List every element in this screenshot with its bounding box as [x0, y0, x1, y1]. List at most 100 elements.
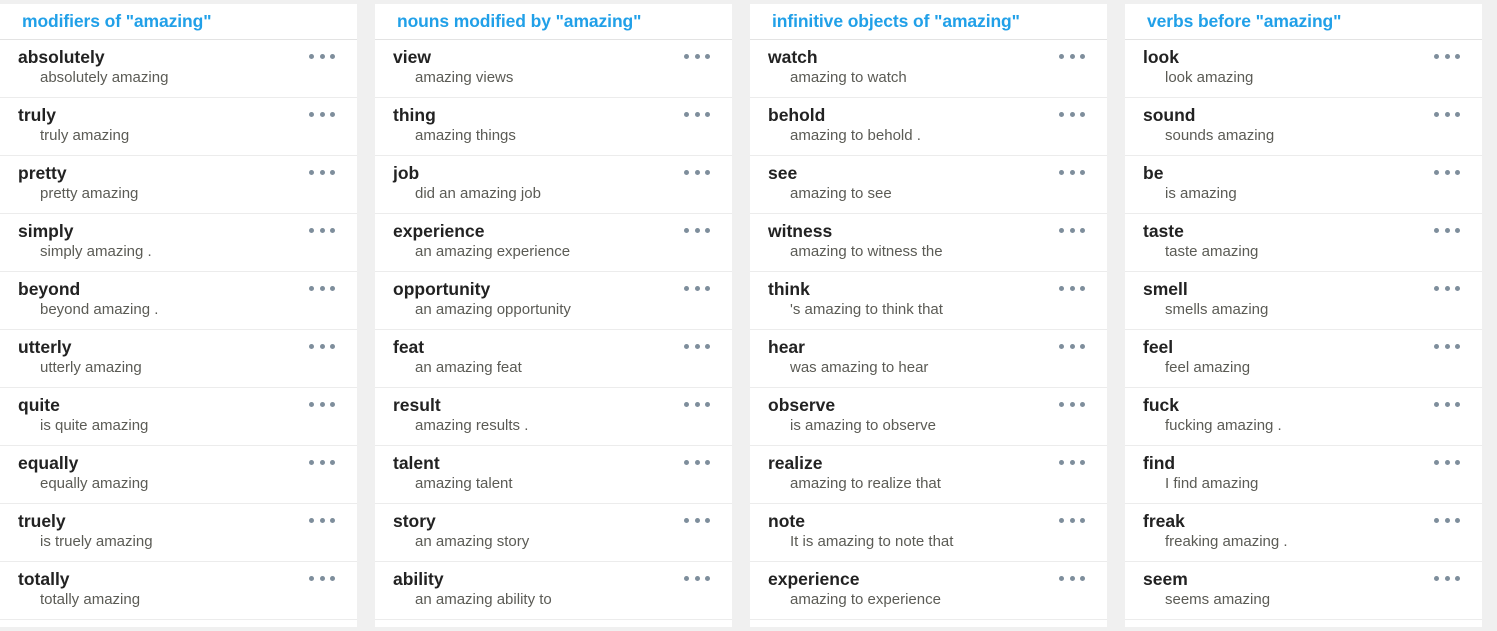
list-item[interactable]: simply simply amazing .: [0, 214, 357, 272]
ellipsis-horizontal-icon[interactable]: [309, 226, 335, 234]
list-item[interactable]: hear was amazing to hear: [750, 330, 1107, 388]
list-item[interactable]: see amazing to see: [750, 156, 1107, 214]
collocate-word[interactable]: utterly: [18, 337, 357, 358]
collocate-word[interactable]: experience: [768, 569, 1107, 590]
list-item[interactable]: truly truly amazing: [0, 98, 357, 156]
collocate-word[interactable]: result: [393, 395, 732, 416]
ellipsis-horizontal-icon[interactable]: [1059, 226, 1085, 234]
collocate-word[interactable]: fuck: [1143, 395, 1482, 416]
ellipsis-horizontal-icon[interactable]: [684, 52, 710, 60]
list-item[interactable]: fuck fucking amazing .: [1125, 388, 1482, 446]
collocate-word[interactable]: thing: [393, 105, 732, 126]
collocate-word[interactable]: ability: [393, 569, 732, 590]
list-item[interactable]: think's amazing to think that: [750, 272, 1107, 330]
ellipsis-horizontal-icon[interactable]: [309, 110, 335, 118]
collocate-word[interactable]: truely: [18, 511, 357, 532]
list-item[interactable]: be is amazing: [1125, 156, 1482, 214]
list-item[interactable]: quite is quite amazing: [0, 388, 357, 446]
ellipsis-horizontal-icon[interactable]: [309, 342, 335, 350]
ellipsis-horizontal-icon[interactable]: [1434, 458, 1460, 466]
list-item[interactable]: view amazing views: [375, 40, 732, 98]
list-item[interactable]: thing amazing things: [375, 98, 732, 156]
ellipsis-horizontal-icon[interactable]: [684, 226, 710, 234]
collocate-word[interactable]: realize: [768, 453, 1107, 474]
list-item[interactable]: witness amazing to witness the: [750, 214, 1107, 272]
collocate-word[interactable]: sound: [1143, 105, 1482, 126]
collocate-word[interactable]: story: [393, 511, 732, 532]
collocate-word[interactable]: witness: [768, 221, 1107, 242]
list-item[interactable]: pretty pretty amazing: [0, 156, 357, 214]
ellipsis-horizontal-icon[interactable]: [684, 342, 710, 350]
list-item[interactable]: experience amazing to experience: [750, 562, 1107, 620]
list-item[interactable]: beyond beyond amazing .: [0, 272, 357, 330]
collocate-word[interactable]: pretty: [18, 163, 357, 184]
collocate-word[interactable]: feel: [1143, 337, 1482, 358]
ellipsis-horizontal-icon[interactable]: [1434, 110, 1460, 118]
list-item[interactable]: freak freaking amazing .: [1125, 504, 1482, 562]
ellipsis-horizontal-icon[interactable]: [1434, 516, 1460, 524]
collocate-word[interactable]: seem: [1143, 569, 1482, 590]
list-item[interactable]: absolutely absolutely amazing: [0, 40, 357, 98]
ellipsis-horizontal-icon[interactable]: [684, 284, 710, 292]
list-item[interactable]: realize amazing to realize that: [750, 446, 1107, 504]
ellipsis-horizontal-icon[interactable]: [684, 574, 710, 582]
ellipsis-horizontal-icon[interactable]: [309, 400, 335, 408]
list-item[interactable]: find I find amazing: [1125, 446, 1482, 504]
ellipsis-horizontal-icon[interactable]: [309, 284, 335, 292]
collocate-word[interactable]: taste: [1143, 221, 1482, 242]
list-item[interactable]: job did an amazing job: [375, 156, 732, 214]
list-item[interactable]: opportunity an amazing opportunity: [375, 272, 732, 330]
list-item[interactable]: result amazing results .: [375, 388, 732, 446]
ellipsis-horizontal-icon[interactable]: [1434, 168, 1460, 176]
ellipsis-horizontal-icon[interactable]: [684, 458, 710, 466]
collocate-word[interactable]: watch: [768, 47, 1107, 68]
collocate-word[interactable]: opportunity: [393, 279, 732, 300]
ellipsis-horizontal-icon[interactable]: [1059, 284, 1085, 292]
collocate-word[interactable]: equally: [18, 453, 357, 474]
ellipsis-horizontal-icon[interactable]: [1434, 284, 1460, 292]
ellipsis-horizontal-icon[interactable]: [1059, 516, 1085, 524]
collocate-word[interactable]: smell: [1143, 279, 1482, 300]
ellipsis-horizontal-icon[interactable]: [309, 574, 335, 582]
collocate-word[interactable]: talent: [393, 453, 732, 474]
list-item[interactable]: totally totally amazing: [0, 562, 357, 620]
collocate-word[interactable]: freak: [1143, 511, 1482, 532]
ellipsis-horizontal-icon[interactable]: [1059, 52, 1085, 60]
collocate-word[interactable]: simply: [18, 221, 357, 242]
ellipsis-horizontal-icon[interactable]: [1434, 226, 1460, 234]
list-item[interactable]: look look amazing: [1125, 40, 1482, 98]
collocate-word[interactable]: note: [768, 511, 1107, 532]
ellipsis-horizontal-icon[interactable]: [684, 400, 710, 408]
ellipsis-horizontal-icon[interactable]: [684, 110, 710, 118]
list-item[interactable]: taste taste amazing: [1125, 214, 1482, 272]
list-item[interactable]: experience an amazing experience: [375, 214, 732, 272]
collocate-word[interactable]: truly: [18, 105, 357, 126]
collocate-word[interactable]: job: [393, 163, 732, 184]
ellipsis-horizontal-icon[interactable]: [1434, 52, 1460, 60]
collocate-word[interactable]: observe: [768, 395, 1107, 416]
ellipsis-horizontal-icon[interactable]: [1059, 168, 1085, 176]
ellipsis-horizontal-icon[interactable]: [1059, 458, 1085, 466]
ellipsis-horizontal-icon[interactable]: [684, 516, 710, 524]
ellipsis-horizontal-icon[interactable]: [1059, 574, 1085, 582]
ellipsis-horizontal-icon[interactable]: [1434, 342, 1460, 350]
collocate-word[interactable]: absolutely: [18, 47, 357, 68]
collocate-word[interactable]: think: [768, 279, 1107, 300]
collocate-word[interactable]: quite: [18, 395, 357, 416]
collocate-word[interactable]: be: [1143, 163, 1482, 184]
ellipsis-horizontal-icon[interactable]: [1059, 400, 1085, 408]
ellipsis-horizontal-icon[interactable]: [1434, 400, 1460, 408]
collocate-word[interactable]: view: [393, 47, 732, 68]
list-item[interactable]: ability an amazing ability to: [375, 562, 732, 620]
ellipsis-horizontal-icon[interactable]: [309, 52, 335, 60]
list-item[interactable]: watch amazing to watch: [750, 40, 1107, 98]
collocate-word[interactable]: totally: [18, 569, 357, 590]
list-item[interactable]: feel feel amazing: [1125, 330, 1482, 388]
ellipsis-horizontal-icon[interactable]: [684, 168, 710, 176]
collocate-word[interactable]: experience: [393, 221, 732, 242]
list-item[interactable]: utterly utterly amazing: [0, 330, 357, 388]
collocate-word[interactable]: find: [1143, 453, 1482, 474]
list-item[interactable]: observe is amazing to observe: [750, 388, 1107, 446]
list-item[interactable]: talent amazing talent: [375, 446, 732, 504]
list-item[interactable]: truely is truely amazing: [0, 504, 357, 562]
